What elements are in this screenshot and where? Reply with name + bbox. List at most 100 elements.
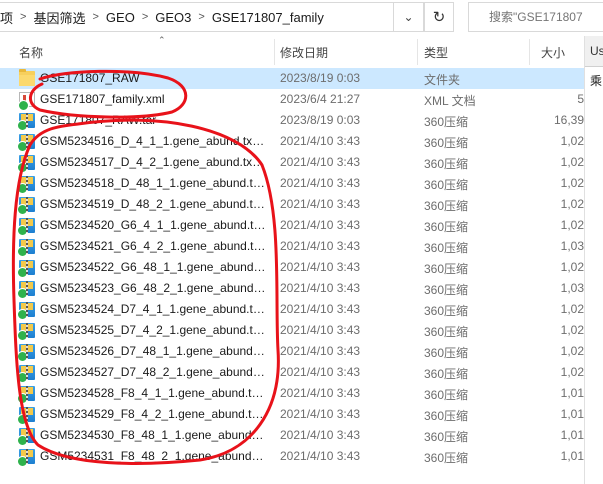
column-size-header[interactable]: 大小	[541, 36, 584, 68]
breadcrumb-item[interactable]: 基因筛选	[29, 8, 89, 27]
file-row[interactable]: GSM5234521_G6_4_2_1.gene_abund.txt.gz 202…	[0, 236, 584, 257]
file-name: GSM5234525_D7_4_2_1.gene_abund.txt.gz	[40, 323, 266, 337]
file-name: GSM5234523_G6_48_2_1.gene_abund.txt.gz	[40, 281, 266, 295]
breadcrumb-item[interactable]: 项	[0, 8, 17, 27]
column-divider[interactable]	[274, 39, 275, 65]
file-size: 1,01	[560, 407, 584, 421]
column-divider[interactable]	[529, 39, 530, 65]
chevron-down-icon: ⌄	[403, 10, 414, 24]
breadcrumb-item[interactable]: GEO3	[151, 10, 195, 25]
file-row[interactable]: GSM5234525_D7_4_2_1.gene_abund.txt.gz 202…	[0, 320, 584, 341]
address-bar: 项 > 基因筛选 > GEO > GEO3 > GSE171807_family…	[0, 0, 603, 36]
file-type: 360压缩	[424, 304, 469, 318]
archive-file-icon	[17, 197, 35, 215]
file-size: 1,01	[560, 428, 584, 442]
file-row[interactable]: GSM5234531_F8_48_2_1.gene_abund.txt.gz 20…	[0, 446, 584, 467]
file-date: 2021/4/10 3:43	[280, 449, 361, 463]
file-row[interactable]: GSE171807_RAW 2023/8/19 0:03 文件夹	[0, 68, 584, 89]
file-type: 360压缩	[424, 451, 469, 465]
breadcrumb-separator-icon[interactable]: >	[17, 11, 29, 23]
file-row[interactable]: GSM5234529_F8_4_2_1.gene_abund.txt.gz 202…	[0, 404, 584, 425]
file-row[interactable]: GSM5234523_G6_48_2_1.gene_abund.txt.gz 20…	[0, 278, 584, 299]
column-divider[interactable]	[417, 39, 418, 65]
file-name: GSM5234528_F8_4_1_1.gene_abund.txt.gz	[40, 386, 266, 400]
file-size: 1,02	[560, 260, 584, 274]
breadcrumb-item[interactable]: GEO	[102, 10, 139, 25]
file-type: 360压缩	[424, 220, 469, 234]
archive-file-icon	[17, 260, 35, 278]
file-row[interactable]: GSM5234520_G6_4_1_1.gene_abund.txt.gz 202…	[0, 215, 584, 236]
file-name: GSM5234524_D7_4_1_1.gene_abund.txt.gz	[40, 302, 266, 316]
file-size: 1,02	[560, 323, 584, 337]
file-size: 1,02	[560, 344, 584, 358]
details-pane: Us 乘	[584, 36, 603, 484]
file-date: 2021/4/10 3:43	[280, 260, 361, 274]
file-row[interactable]: GSE171807_family.xml 2023/6/4 21:27 XML 文档…	[0, 89, 584, 111]
address-history-dropdown-button[interactable]: ⌄	[394, 2, 424, 32]
sync-check-icon	[17, 225, 28, 236]
file-row[interactable]: GSM5234530_F8_48_1_1.gene_abund.txt.gz 20…	[0, 425, 584, 446]
divider	[585, 66, 603, 67]
file-name: GSM5234518_D_48_1_1.gene_abund.txt.gz	[40, 176, 266, 190]
refresh-button[interactable]: ↻	[424, 2, 454, 32]
column-name-header[interactable]: 名称 ⌃	[19, 35, 274, 68]
sort-ascending-icon: ⌃	[158, 35, 166, 45]
file-type: 360压缩	[424, 430, 469, 444]
column-type-header[interactable]: 类型	[424, 36, 529, 68]
refresh-icon: ↻	[432, 9, 446, 26]
breadcrumb[interactable]: 项 > 基因筛选 > GEO > GEO3 > GSE171807_family	[0, 2, 394, 32]
breadcrumb-item-current[interactable]: GSE171807_family	[208, 10, 328, 25]
breadcrumb-separator-icon[interactable]: >	[139, 11, 151, 23]
sync-check-icon	[17, 162, 28, 173]
file-name: GSM5234522_G6_48_1_1.gene_abund.txt.gz	[40, 260, 266, 274]
file-row[interactable]: GSM5234517_D_4_2_1.gene_abund.txt.gz 2021…	[0, 152, 584, 173]
file-date: 2021/4/10 3:43	[280, 134, 361, 148]
column-type-label: 类型	[424, 45, 449, 60]
file-row[interactable]: GSM5234524_D7_4_1_1.gene_abund.txt.gz 202…	[0, 299, 584, 320]
file-type: 360压缩	[424, 178, 469, 192]
archive-file-icon	[17, 323, 35, 341]
file-date: 2021/4/10 3:43	[280, 176, 361, 190]
file-row[interactable]: GSM5234519_D_48_2_1.gene_abund.txt.gz 202…	[0, 194, 584, 215]
file-date: 2021/4/10 3:43	[280, 428, 361, 442]
sync-check-icon	[17, 414, 28, 425]
file-date: 2021/4/10 3:43	[280, 155, 361, 169]
archive-file-icon	[17, 344, 35, 362]
file-row[interactable]: GSE171807_RAW.tar 2023/8/19 0:03 360压缩 16,3…	[0, 110, 584, 131]
file-row[interactable]: GSM5234518_D_48_1_1.gene_abund.txt.gz 202…	[0, 173, 584, 194]
file-row[interactable]: GSM5234516_D_4_1_1.gene_abund.txt.gz 2021…	[0, 131, 584, 152]
column-date-label: 修改日期	[280, 45, 329, 60]
file-size: 1,01	[560, 449, 584, 463]
folder-icon	[19, 69, 35, 86]
sync-check-icon	[17, 309, 28, 320]
details-pane-text: 乘	[590, 74, 603, 88]
file-name: GSM5234529_F8_4_2_1.gene_abund.txt.gz	[40, 407, 266, 421]
file-name: GSM5234530_F8_48_1_1.gene_abund.txt.gz	[40, 428, 266, 442]
file-type: 360压缩	[424, 367, 469, 381]
file-date: 2023/8/19 0:03	[280, 113, 361, 127]
sync-check-icon	[17, 456, 28, 467]
file-type: 360压缩	[424, 346, 469, 360]
file-size: 16,39	[553, 113, 584, 127]
breadcrumb-separator-icon[interactable]: >	[195, 11, 207, 23]
archive-file-icon	[17, 113, 35, 131]
archive-file-icon	[17, 302, 35, 320]
file-date: 2021/4/10 3:43	[280, 302, 361, 316]
file-row[interactable]: GSM5234527_D7_48_2_1.gene_abund.txt.gz 20…	[0, 362, 584, 383]
file-name: GSE171807_family.xml	[40, 92, 165, 106]
file-type: 360压缩	[424, 325, 469, 339]
file-name: GSM5234519_D_48_2_1.gene_abund.txt.gz	[40, 197, 266, 211]
search-box[interactable]	[468, 2, 603, 32]
column-date-header[interactable]: 修改日期	[280, 36, 417, 68]
file-row[interactable]: GSM5234526_D7_48_1_1.gene_abund.txt.gz 20…	[0, 341, 584, 362]
search-input[interactable]	[489, 10, 603, 24]
xml-file-icon	[18, 92, 35, 111]
file-row[interactable]: GSM5234522_G6_48_1_1.gene_abund.txt.gz 20…	[0, 257, 584, 278]
archive-file-icon	[17, 449, 35, 467]
file-type: 360压缩	[424, 409, 469, 423]
file-size: 1,03	[560, 281, 584, 295]
breadcrumb-separator-icon[interactable]: >	[89, 11, 101, 23]
archive-file-icon	[17, 155, 35, 173]
file-row[interactable]: GSM5234528_F8_4_1_1.gene_abund.txt.gz 202…	[0, 383, 584, 404]
sync-check-icon	[17, 393, 28, 404]
